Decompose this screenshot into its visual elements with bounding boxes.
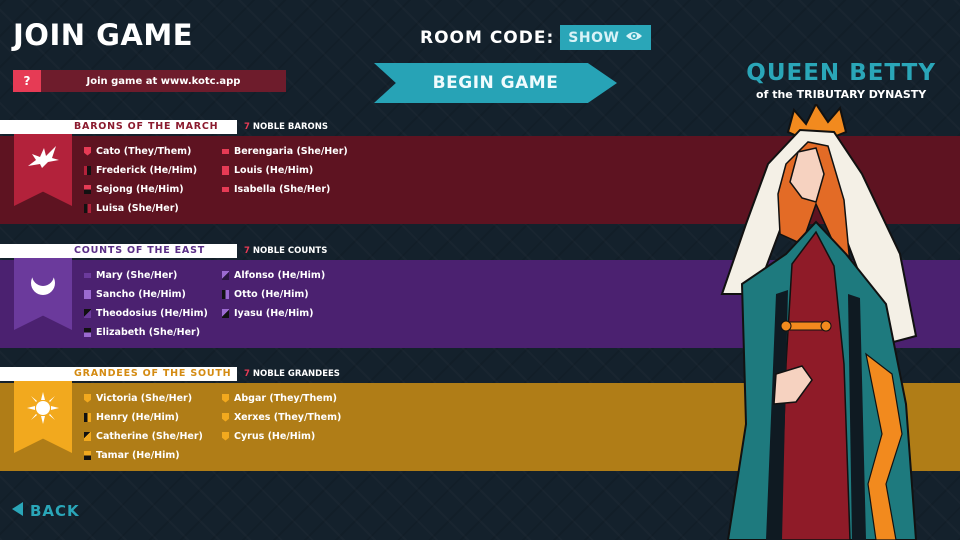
bar-icon xyxy=(84,412,91,422)
stripe-icon xyxy=(84,327,91,337)
shield-icon xyxy=(222,431,229,441)
diagonal-icon xyxy=(222,308,229,318)
list-item: Mary (She/Her) xyxy=(84,268,222,282)
join-url-text: Join game at www.kotc.app xyxy=(86,75,241,87)
faction-count: 7 NOBLE BARONS xyxy=(244,122,328,132)
faction-title: GRANDEES OF THE SOUTH xyxy=(70,367,237,381)
bar-icon xyxy=(222,289,229,299)
list-item: Luisa (She/Her) xyxy=(84,201,222,215)
dynasty-name: of the TRIBUTARY DYNASTY xyxy=(756,88,927,101)
list-item: Louis (He/Him) xyxy=(222,163,360,177)
player-list: Cato (They/Them) Berengaria (She/Her) Fr… xyxy=(84,144,360,215)
begin-game-button[interactable]: BEGIN GAME xyxy=(374,63,617,103)
list-item: Theodosius (He/Him) xyxy=(84,306,222,320)
back-arrow-icon xyxy=(12,502,24,520)
list-item: Abgar (They/Them) xyxy=(222,391,360,405)
list-item: Isabella (She/Her) xyxy=(222,182,360,196)
eye-icon xyxy=(625,30,643,46)
list-item: Frederick (He/Him) xyxy=(84,163,222,177)
list-item: Xerxes (They/Them) xyxy=(222,410,360,424)
list-item: Otto (He/Him) xyxy=(222,287,360,301)
flag-icon xyxy=(222,186,229,192)
back-button[interactable]: BACK xyxy=(12,502,80,520)
stripe-icon xyxy=(84,450,91,460)
shield-icon xyxy=(84,289,91,299)
player-list: Mary (She/Her) Alfonso (He/Him) Sancho (… xyxy=(84,268,360,339)
diagonal-icon xyxy=(84,431,91,441)
faction-count: 7 NOBLE COUNTS xyxy=(244,246,328,256)
shield-icon xyxy=(222,393,229,403)
list-item: Alfonso (He/Him) xyxy=(222,268,360,282)
diagonal-icon xyxy=(84,308,91,318)
player-list: Victoria (She/Her) Abgar (They/Them) Hen… xyxy=(84,391,360,462)
show-room-code-button[interactable]: SHOW xyxy=(560,25,652,50)
list-item: Elizabeth (She/Her) xyxy=(84,325,222,339)
list-item: Cyrus (He/Him) xyxy=(222,429,360,443)
list-item: Berengaria (She/Her) xyxy=(222,144,360,158)
diagonal-icon xyxy=(222,270,229,280)
stripe-icon xyxy=(84,184,91,194)
room-code: ROOM CODE: SHOW xyxy=(420,25,652,50)
list-item: Victoria (She/Her) xyxy=(84,391,222,405)
flag-icon xyxy=(84,272,91,278)
shield-icon xyxy=(222,412,229,422)
shield-icon xyxy=(222,165,229,175)
list-item: Sejong (He/Him) xyxy=(84,182,222,196)
heart-icon xyxy=(84,146,91,156)
bar-icon xyxy=(84,203,91,213)
help-icon[interactable]: ? xyxy=(13,70,41,92)
queen-name: QUEEN BETTY xyxy=(746,60,936,86)
list-item: Cato (They/Them) xyxy=(84,144,222,158)
show-label: SHOW xyxy=(568,29,620,46)
shield-icon xyxy=(84,393,91,403)
list-item: Tamar (He/Him) xyxy=(84,448,222,462)
list-item: Sancho (He/Him) xyxy=(84,287,222,301)
list-item: Henry (He/Him) xyxy=(84,410,222,424)
list-item: Iyasu (He/Him) xyxy=(222,306,360,320)
queen-portrait xyxy=(716,102,960,540)
list-item: Catherine (She/Her) xyxy=(84,429,222,443)
page-title: JOIN GAME xyxy=(13,18,194,52)
faction-count: 7 NOBLE GRANDEES xyxy=(244,369,340,379)
player-title: QUEEN BETTY of the TRIBUTARY DYNASTY xyxy=(746,60,936,101)
faction-title: COUNTS OF THE EAST xyxy=(70,244,237,258)
back-label: BACK xyxy=(30,502,80,520)
diamond-icon xyxy=(84,165,91,175)
join-game-banner: ? Join game at www.kotc.app xyxy=(13,70,286,92)
room-code-label: ROOM CODE: xyxy=(420,27,555,48)
faction-title: BARONS OF THE MARCH xyxy=(70,120,237,134)
flag-icon xyxy=(222,148,229,154)
